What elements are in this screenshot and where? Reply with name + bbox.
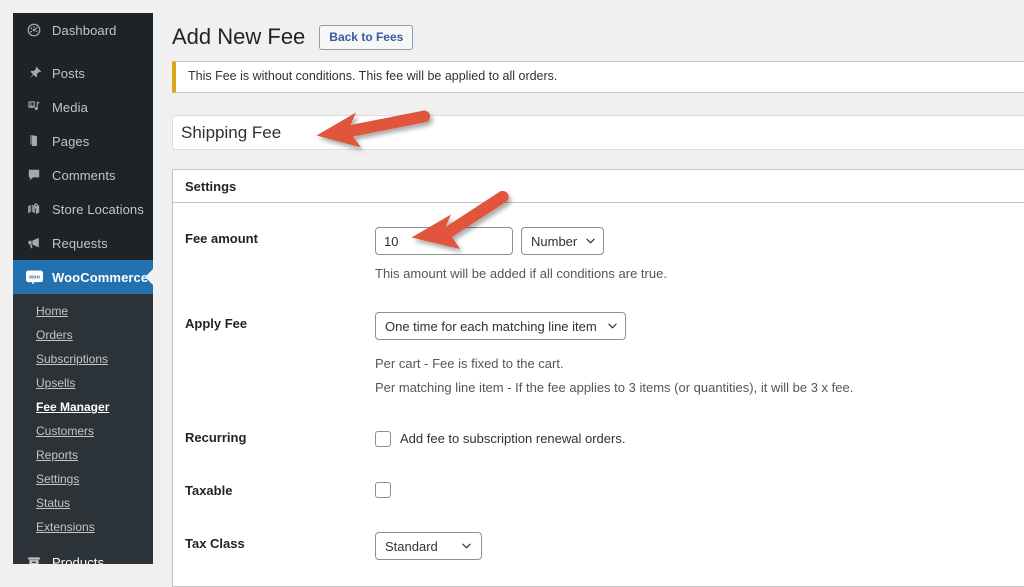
pin-icon	[25, 64, 43, 82]
row-taxable: Taxable	[185, 465, 1017, 518]
sidebar-item-label: Comments	[43, 169, 116, 182]
recurring-checkbox-label: Add fee to subscription renewal orders.	[400, 429, 625, 449]
submenu-item-upsells[interactable]: Upsells	[13, 371, 153, 395]
row-apply-fee: Apply Fee One time for each matching lin…	[185, 298, 1017, 412]
chevron-down-icon	[586, 238, 595, 244]
sidebar-item-label: Dashboard	[43, 24, 117, 37]
chevron-down-icon	[608, 323, 617, 329]
notice-banner: This Fee is without conditions. This fee…	[172, 61, 1024, 93]
back-to-fees-button[interactable]: Back to Fees	[319, 25, 413, 50]
apply-fee-cell: One time for each matching line item Per…	[375, 298, 1017, 412]
settings-panel-body: Fee amount Number	[173, 203, 1024, 586]
settings-panel: Settings Fee amount Number	[172, 169, 1024, 587]
submenu-item-home[interactable]: Home	[13, 299, 153, 323]
submenu-item-customers[interactable]: Customers	[13, 419, 153, 443]
products-icon	[25, 553, 43, 564]
chevron-down-icon	[462, 543, 471, 549]
settings-form-table: Fee amount Number	[185, 213, 1017, 574]
submenu-item-settings[interactable]: Settings	[13, 467, 153, 491]
tax-class-select-value: Standard	[385, 540, 438, 553]
woocommerce-submenu: Home Orders Subscriptions Upsells Fee Ma…	[13, 294, 153, 545]
submenu-item-reports[interactable]: Reports	[13, 443, 153, 467]
apply-fee-description-per-line-item: Per matching line item - If the fee appl…	[375, 378, 1007, 398]
megaphone-icon	[25, 234, 43, 252]
sidebar-item-label: Products	[43, 556, 104, 565]
svg-text:woo: woo	[28, 274, 40, 280]
notice-text: This Fee is without conditions. This fee…	[176, 68, 557, 86]
sidebar-item-store-locations[interactable]: Store Locations	[13, 192, 153, 226]
apply-fee-select[interactable]: One time for each matching line item	[375, 312, 626, 340]
main-content: Add New Fee Back to Fees This Fee is wit…	[153, 0, 1024, 587]
store-location-icon	[25, 200, 43, 218]
sidebar-item-requests[interactable]: Requests	[13, 226, 153, 260]
fee-amount-input[interactable]	[375, 227, 513, 255]
sidebar-item-label: Requests	[43, 237, 108, 250]
recurring-label: Recurring	[185, 412, 375, 465]
dashboard-icon	[25, 21, 43, 39]
sidebar-item-comments[interactable]: Comments	[13, 158, 153, 192]
apply-fee-select-value: One time for each matching line item	[385, 320, 597, 333]
taxable-checkbox-row[interactable]	[375, 479, 1007, 498]
row-fee-amount: Fee amount Number	[185, 213, 1017, 298]
submenu-item-extensions[interactable]: Extensions	[13, 515, 153, 539]
submenu-item-orders[interactable]: Orders	[13, 323, 153, 347]
sidebar-item-label: Media	[43, 101, 88, 114]
fee-amount-label: Fee amount	[185, 213, 375, 298]
recurring-checkbox[interactable]	[375, 431, 391, 447]
fee-title-wrapper	[172, 115, 1024, 150]
fee-type-select-value: Number	[531, 235, 577, 248]
sidebar-item-label: WooCommerce	[43, 271, 148, 284]
sidebar-item-media[interactable]: Media	[13, 90, 153, 124]
sidebar-item-label: Pages	[43, 135, 89, 148]
sidebar-item-label: Store Locations	[43, 203, 144, 216]
recurring-cell: Add fee to subscription renewal orders.	[375, 412, 1017, 465]
sidebar-item-label: Posts	[43, 67, 85, 80]
sidebar-item-woocommerce[interactable]: woo WooCommerce	[13, 260, 153, 294]
settings-panel-title: Settings	[185, 180, 236, 193]
page-header: Add New Fee Back to Fees	[172, 24, 413, 50]
submenu-item-status[interactable]: Status	[13, 491, 153, 515]
apply-fee-description-per-cart: Per cart - Fee is fixed to the cart.	[375, 354, 1007, 374]
screenshot-root: Dashboard Posts Media	[0, 0, 1024, 587]
sidebar-separator	[13, 47, 153, 56]
tax-class-label: Tax Class	[185, 518, 375, 574]
pages-icon	[25, 132, 43, 150]
fee-amount-controls: Number	[375, 227, 1007, 255]
sidebar-item-dashboard[interactable]: Dashboard	[13, 13, 153, 47]
row-recurring: Recurring Add fee to subscription renewa…	[185, 412, 1017, 465]
sidebar-item-pages[interactable]: Pages	[13, 124, 153, 158]
tax-class-cell: Standard	[375, 518, 1017, 574]
admin-sidebar: Dashboard Posts Media	[13, 13, 153, 564]
fee-amount-description: This amount will be added if all conditi…	[375, 264, 1007, 284]
tax-class-select[interactable]: Standard	[375, 532, 482, 560]
page-title: Add New Fee	[172, 24, 309, 50]
fee-amount-cell: Number This amount will be added if all …	[375, 213, 1017, 298]
taxable-checkbox[interactable]	[375, 482, 391, 498]
fee-title-input[interactable]	[172, 115, 1024, 150]
fee-type-select[interactable]: Number	[521, 227, 604, 255]
media-icon	[25, 98, 43, 116]
row-tax-class: Tax Class Standard	[185, 518, 1017, 574]
comments-icon	[25, 166, 43, 184]
submenu-item-fee-manager[interactable]: Fee Manager	[13, 395, 153, 419]
settings-panel-header: Settings	[173, 170, 1024, 203]
sidebar-item-products[interactable]: Products	[13, 545, 153, 564]
woocommerce-icon: woo	[25, 268, 43, 286]
recurring-checkbox-row[interactable]: Add fee to subscription renewal orders.	[375, 426, 1007, 449]
apply-fee-label: Apply Fee	[185, 298, 375, 412]
submenu-item-subscriptions[interactable]: Subscriptions	[13, 347, 153, 371]
sidebar-item-posts[interactable]: Posts	[13, 56, 153, 90]
taxable-label: Taxable	[185, 465, 375, 518]
taxable-cell	[375, 465, 1017, 518]
